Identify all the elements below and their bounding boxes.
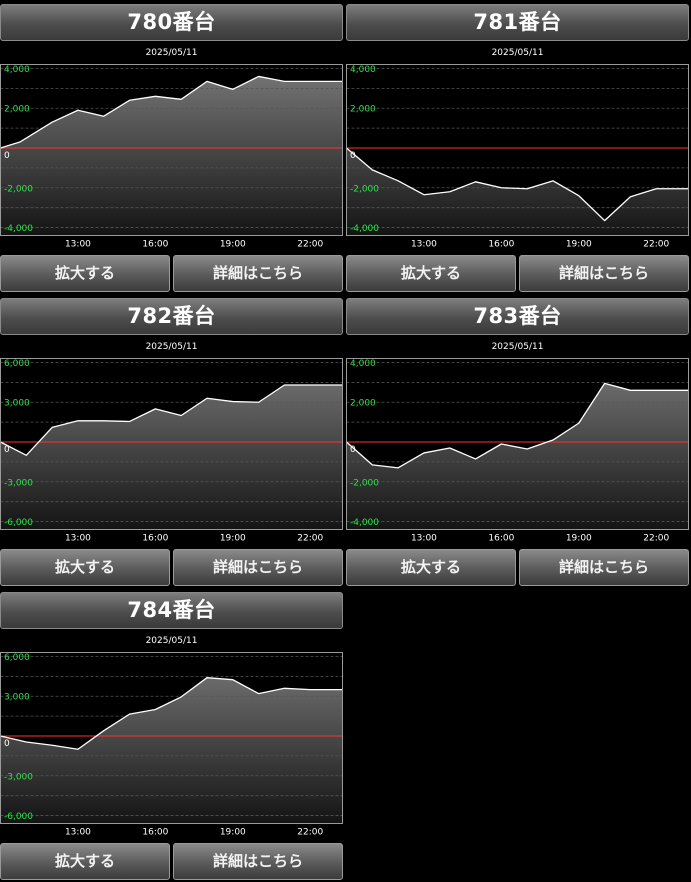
zoom-button[interactable]: 拡大する	[346, 255, 516, 292]
y-tick-label: 2,000	[350, 399, 376, 409]
y-tick-label: -4,000	[350, 224, 379, 234]
x-tick-label: 16:00	[488, 534, 514, 544]
x-tick-label: 22:00	[643, 240, 669, 250]
detail-button[interactable]: 詳細はこちら	[173, 843, 343, 880]
panel-title[interactable]: 780番台	[0, 4, 343, 41]
machine-panel-783: 783番台 2025/05/11 4,000 2,000 0 -2,000 -4,000…	[346, 298, 689, 588]
x-tick-label: 13:00	[65, 828, 91, 838]
panel-title[interactable]: 784番台	[0, 592, 343, 629]
area-fill	[0, 385, 343, 530]
area-fill	[346, 383, 689, 530]
line-chart: 4,000 2,000 0 -2,000 -4,000 13:00 16:00 19:00 22…	[0, 64, 343, 250]
x-tick-label: 13:00	[65, 534, 91, 544]
machine-panel-782: 782番台 2025/05/11 6,000 3,000 0 -3,000 -6,000…	[0, 298, 343, 588]
zoom-button[interactable]: 拡大する	[0, 843, 170, 880]
y-tick-label: 0	[350, 445, 356, 455]
y-tick-label: 0	[350, 151, 356, 161]
x-tick-label: 22:00	[297, 828, 323, 838]
line-chart: 4,000 2,000 0 -2,000 -4,000 13:00 16:00 19:00 22…	[346, 358, 689, 544]
x-tick-label: 13:00	[411, 534, 437, 544]
machine-panel-780: 780番台 2025/05/11 4,000 2,000 0 -2,000 -4,000…	[0, 4, 343, 294]
machine-panel-781: 781番台 2025/05/11 4,000 2,000 0 -2,000 -4,000…	[346, 4, 689, 294]
area-fill	[0, 76, 343, 236]
x-tick-label: 22:00	[643, 534, 669, 544]
y-tick-label: 2,000	[350, 105, 376, 115]
y-tick-label: -4,000	[350, 518, 379, 528]
y-tick-label: -3,000	[4, 772, 33, 782]
y-tick-label: 4,000	[350, 65, 376, 75]
y-tick-label: 0	[4, 445, 10, 455]
x-tick-label: 19:00	[566, 534, 592, 544]
y-tick-label: 4,000	[350, 359, 376, 369]
chart-date: 2025/05/11	[145, 342, 198, 352]
x-tick-label: 19:00	[220, 240, 246, 250]
y-tick-label: -2,000	[350, 478, 379, 488]
y-tick-label: 2,000	[4, 105, 30, 115]
detail-button[interactable]: 詳細はこちら	[173, 255, 343, 292]
x-tick-label: 16:00	[142, 534, 168, 544]
line-chart: 6,000 3,000 0 -3,000 -6,000 13:00 16:00 19:00 22…	[0, 358, 343, 544]
y-tick-label: -6,000	[4, 812, 33, 822]
y-tick-label: -6,000	[4, 518, 33, 528]
x-tick-label: 13:00	[65, 240, 91, 250]
panel-title[interactable]: 782番台	[0, 298, 343, 335]
x-tick-label: 19:00	[566, 240, 592, 250]
y-tick-label: 6,000	[4, 653, 30, 663]
x-tick-label: 19:00	[220, 534, 246, 544]
chart-date: 2025/05/11	[491, 342, 544, 352]
y-tick-label: 6,000	[4, 359, 30, 369]
x-tick-label: 13:00	[411, 240, 437, 250]
zoom-button[interactable]: 拡大する	[346, 549, 516, 586]
y-tick-label: 3,000	[4, 399, 30, 409]
detail-button[interactable]: 詳細はこちら	[519, 255, 689, 292]
line-chart: 6,000 3,000 0 -3,000 -6,000 13:00 16:00 19:00 22…	[0, 652, 343, 838]
y-tick-label: 3,000	[4, 693, 30, 703]
zoom-button[interactable]: 拡大する	[0, 255, 170, 292]
panel-title[interactable]: 781番台	[346, 4, 689, 41]
y-tick-label: -3,000	[4, 478, 33, 488]
y-tick-label: 0	[4, 739, 10, 749]
zoom-button[interactable]: 拡大する	[0, 549, 170, 586]
y-tick-label: -2,000	[4, 184, 33, 194]
line-chart: 4,000 2,000 0 -2,000 -4,000 13:00 16:00 19:00 22…	[346, 64, 689, 250]
x-tick-label: 16:00	[488, 240, 514, 250]
x-tick-label: 19:00	[220, 828, 246, 838]
chart-date: 2025/05/11	[145, 48, 198, 58]
panel-title[interactable]: 783番台	[346, 298, 689, 335]
x-tick-label: 22:00	[297, 534, 323, 544]
area-fill	[346, 148, 689, 236]
machine-panel-784: 784番台 2025/05/11 6,000 3,000 0 -3,000 -6,000…	[0, 592, 343, 882]
x-tick-label: 16:00	[142, 828, 168, 838]
y-tick-label: 0	[4, 151, 10, 161]
detail-button[interactable]: 詳細はこちら	[519, 549, 689, 586]
y-tick-label: -2,000	[350, 184, 379, 194]
chart-date: 2025/05/11	[491, 48, 544, 58]
area-fill	[0, 677, 343, 824]
chart-date: 2025/05/11	[145, 636, 198, 646]
y-tick-label: 4,000	[4, 65, 30, 75]
y-tick-label: -4,000	[4, 224, 33, 234]
x-tick-label: 16:00	[142, 240, 168, 250]
detail-button[interactable]: 詳細はこちら	[173, 549, 343, 586]
x-tick-label: 22:00	[297, 240, 323, 250]
